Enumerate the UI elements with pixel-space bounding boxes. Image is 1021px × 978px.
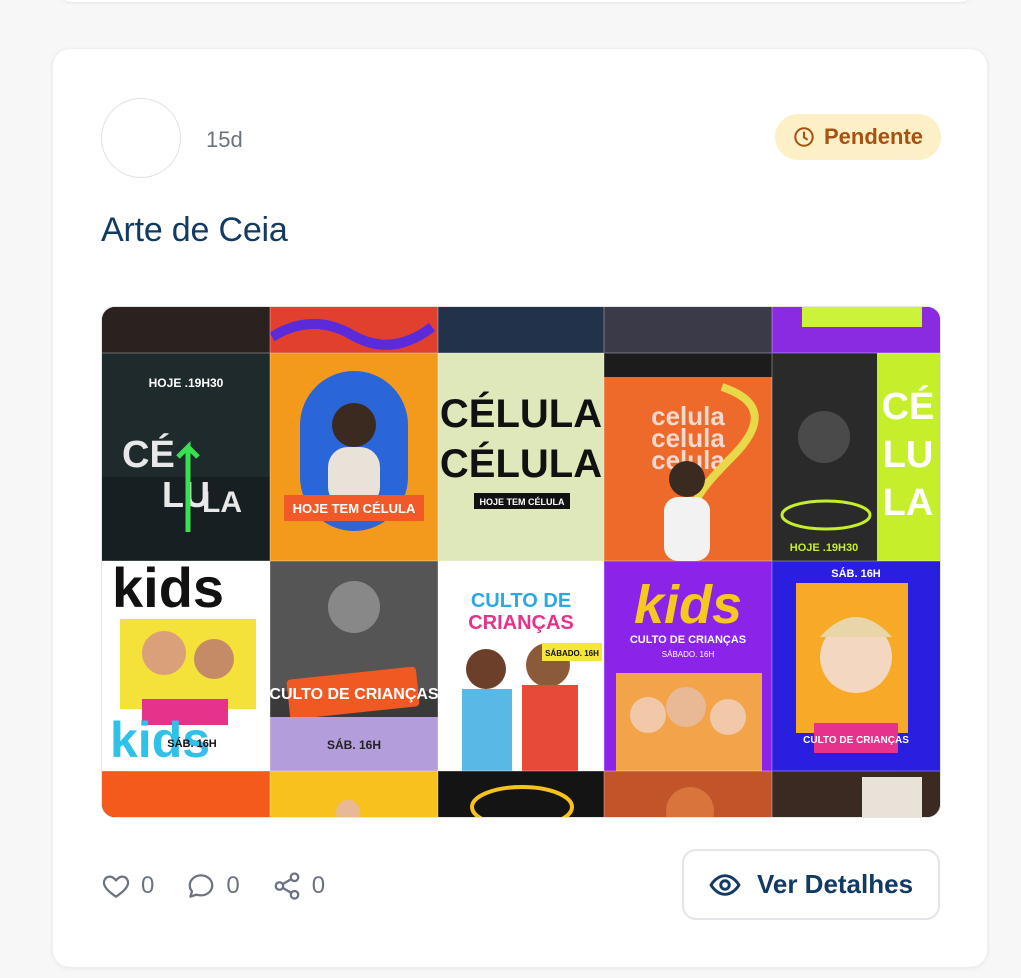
view-details-label: Ver Detalhes <box>756 869 914 899</box>
tile-text: CÉ <box>882 384 935 428</box>
clock-icon <box>794 127 814 147</box>
tile-celula-orange: celula celula celula <box>604 353 772 561</box>
tile-text: SÁBADO. 16H <box>545 649 599 658</box>
tile-hoje-tem-celula: HOJE TEM CÉLULA <box>270 353 438 561</box>
view-details-button[interactable]: Ver Detalhes <box>682 849 940 920</box>
tile-celula-bw: CÉLULA CÉLULA HOJE TEM CÉLULA <box>438 353 604 561</box>
tile-text: CÉ <box>122 432 175 476</box>
share-count: 0 <box>311 872 326 899</box>
tile-text: CÉLULA <box>440 391 602 436</box>
like-count: 0 <box>141 872 155 899</box>
tile-text: CÉLULA <box>440 441 602 486</box>
tile-top-4 <box>604 307 772 353</box>
tile-text: SÁB. 16H <box>327 737 381 752</box>
tile-celula-lime: CÉ LU LA HOJE .19H30 <box>772 353 940 561</box>
tile-top-3 <box>438 307 604 353</box>
tile-text: LU <box>883 434 934 476</box>
share-icon <box>274 872 300 900</box>
post-title: Arte de Ceia <box>101 211 288 249</box>
tile-text: HOJE .19H30 <box>790 542 858 554</box>
heart-icon <box>102 875 130 898</box>
comment-button[interactable]: 0 <box>186 871 240 901</box>
tile-text: SÁB. 16H <box>167 737 217 750</box>
tile-celula-green: HOJE .19H30 CÉ LU LA <box>102 353 270 561</box>
tile-text: LA <box>883 482 934 524</box>
tile-bottom-3 <box>438 771 604 817</box>
tile-text: HOJE TEM CÉLULA <box>479 497 565 507</box>
tile-text: CRIANÇAS <box>468 612 574 634</box>
tile-text: CULTO DE CRIANÇAS <box>269 686 439 703</box>
eye-icon <box>709 873 741 896</box>
tile-top-1 <box>102 307 270 353</box>
post-actions: 0 0 0 <box>101 869 325 903</box>
comment-count: 0 <box>226 872 240 899</box>
time-ago: 15d <box>206 127 243 152</box>
avatar[interactable] <box>101 98 181 178</box>
tile-text: CULTO DE CRIANÇAS <box>803 735 909 746</box>
tile-text: kids <box>112 556 224 619</box>
tile-text: HOJE TEM CÉLULA <box>293 501 416 516</box>
tile-text: CULTO DE CRIANÇAS <box>630 634 746 646</box>
post-image[interactable]: HOJE .19H30 CÉ LU LA HOJE TEM CÉLULA CÉL… <box>101 306 941 818</box>
tile-kids-white: kids kids SÁB. 16H <box>102 556 270 771</box>
post-card: 15d Pendente Arte de Ceia HOJE .19H30 CÉ <box>52 48 988 968</box>
previous-card-edge <box>60 0 972 2</box>
tile-text: HOJE .19H30 <box>149 376 224 390</box>
tile-text: SÁB. 16H <box>831 567 881 580</box>
tile-text: kids <box>634 575 742 635</box>
status-label: Pendente <box>823 124 924 149</box>
tile-culto-colorido: CULTO DE CRIANÇAS SÁBADO. 16H <box>438 561 604 771</box>
tile-culto-bw: CULTO DE CRIANÇAS SÁB. 16H <box>269 561 439 771</box>
status-badge: Pendente <box>775 114 941 160</box>
tile-kids-purple: kids CULTO DE CRIANÇAS SÁBADO. 16H <box>604 561 772 771</box>
tile-text: SÁBADO. 16H <box>662 650 715 659</box>
like-button[interactable]: 0 <box>101 871 154 901</box>
tile-kids-blue: SÁB. 16H CULTO DE CRIANÇAS <box>772 561 940 771</box>
tile-text: LA <box>202 486 242 519</box>
share-button[interactable]: 0 <box>272 871 325 901</box>
gallery-collage: HOJE .19H30 CÉ LU LA HOJE TEM CÉLULA CÉL… <box>102 307 940 817</box>
tile-text: CULTO DE <box>471 590 571 612</box>
comment-icon <box>188 874 214 898</box>
tile-bottom-1 <box>102 771 270 817</box>
